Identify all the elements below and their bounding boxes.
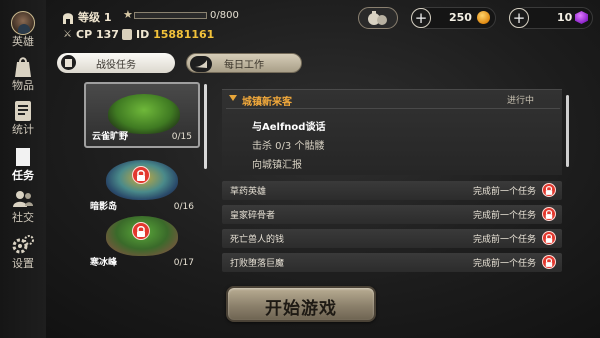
- active-quest-title[interactable]: 城镇新来客: [242, 93, 292, 108]
- quest-row[interactable]: 皇家碎骨者 完成前一个任务: [222, 205, 562, 224]
- tab-daily-work[interactable]: 每日工作: [186, 53, 302, 73]
- gold-coin-icon: [477, 11, 490, 24]
- region-name: 云雀旷野: [92, 132, 129, 142]
- combat-power-swords-icon: ⚔: [63, 29, 72, 40]
- combat-power-label: CP 137: [76, 28, 119, 41]
- sidebar-item-quests[interactable]: 任务: [2, 138, 44, 182]
- hero-avatar-icon: [11, 11, 35, 35]
- social-icon: [11, 187, 35, 211]
- start-game-label: 开始游戏: [265, 299, 337, 319]
- level-label: 等级 1: [78, 11, 112, 24]
- quest-row[interactable]: 死亡兽人的钱 完成前一个任务: [222, 229, 562, 248]
- sidebar-item-settings[interactable]: 设置: [2, 226, 44, 270]
- sidebar-item-label: 统计: [12, 123, 34, 136]
- items-icon: [11, 55, 35, 79]
- add-gem-button[interactable]: +: [509, 8, 529, 28]
- xp-text: 0/800: [210, 10, 239, 21]
- region-list-scrollbar[interactable]: [204, 84, 207, 169]
- quest-name: 草药英雄: [230, 187, 267, 197]
- plus-icon: +: [512, 8, 526, 27]
- add-gold-button[interactable]: +: [411, 8, 431, 28]
- quest-requirement: 完成前一个任务: [472, 235, 536, 245]
- sidebar-item-label: 设置: [12, 257, 34, 270]
- quest-requirement: 完成前一个任务: [472, 187, 536, 197]
- sidebar-item-stats[interactable]: 统计: [2, 92, 44, 136]
- lock-icon: [542, 231, 556, 245]
- quest-name: 打败堕落巨魔: [230, 259, 285, 269]
- region-progress: 0/17: [173, 258, 194, 268]
- quest-objective: 与Aelfnod谈话: [252, 122, 326, 133]
- quest-list-scrollbar[interactable]: [566, 95, 569, 167]
- region-card[interactable]: 寒冰峰 0/17: [84, 206, 200, 272]
- id-label: ID: [136, 28, 150, 41]
- region-name: 寒冰峰: [90, 258, 118, 268]
- id-value: 15881161: [153, 28, 215, 41]
- quest-objective: 击杀 0/3 个骷髅: [252, 141, 325, 152]
- quest-requirement: 完成前一个任务: [472, 259, 536, 269]
- quest-name: 皇家碎骨者: [230, 211, 276, 221]
- lock-icon: [132, 222, 150, 240]
- sidebar: 英雄 物品 统计 任务 社交 设置: [0, 0, 46, 338]
- quest-row[interactable]: 打败堕落巨魔 完成前一个任务: [222, 253, 562, 272]
- sidebar-item-items[interactable]: 物品: [2, 48, 44, 92]
- start-game-button[interactable]: 开始游戏: [226, 286, 376, 322]
- region-progress: 0/15: [171, 132, 192, 142]
- xp-progress-bar: [134, 12, 207, 19]
- plus-icon: +: [414, 8, 428, 27]
- settings-icon: [11, 233, 35, 257]
- region-island-image: [108, 94, 180, 134]
- quest-row[interactable]: 草药英雄 完成前一个任务: [222, 181, 562, 200]
- level-helmet-icon: [62, 10, 74, 24]
- gem-value: 10: [557, 11, 573, 24]
- quest-requirement: 完成前一个任务: [472, 211, 536, 221]
- sidebar-item-hero[interactable]: 英雄: [2, 4, 44, 48]
- region-card[interactable]: 云雀旷野 0/15: [84, 82, 200, 148]
- sidebar-item-social[interactable]: 社交: [2, 180, 44, 224]
- quests-icon: [11, 145, 35, 169]
- loot-bag-icon: [368, 11, 387, 25]
- lock-icon: [542, 207, 556, 221]
- collapse-arrow-icon[interactable]: [229, 95, 237, 101]
- lock-icon: [542, 183, 556, 197]
- sidebar-item-label: 英雄: [12, 35, 34, 48]
- active-quest-status: 进行中: [507, 96, 535, 106]
- loot-bag-button[interactable]: [358, 7, 398, 29]
- tab-label: 战役任务: [96, 59, 136, 71]
- sidebar-item-label: 社交: [12, 211, 34, 224]
- sidebar-item-label: 物品: [12, 79, 34, 92]
- id-card-icon: [122, 29, 132, 40]
- lock-icon: [132, 166, 150, 184]
- stats-icon: [11, 99, 35, 123]
- xp-star-icon: ★: [123, 8, 133, 21]
- quest-name: 死亡兽人的钱: [230, 235, 285, 245]
- lock-icon: [542, 255, 556, 269]
- player-id: ID 15881161: [136, 28, 214, 41]
- tab-label: 每日工作: [224, 59, 264, 71]
- tab-campaign-quests[interactable]: 战役任务: [57, 53, 175, 73]
- divider: [226, 108, 560, 109]
- gold-value: 250: [449, 11, 472, 24]
- quest-objective: 向城镇汇报: [252, 160, 302, 171]
